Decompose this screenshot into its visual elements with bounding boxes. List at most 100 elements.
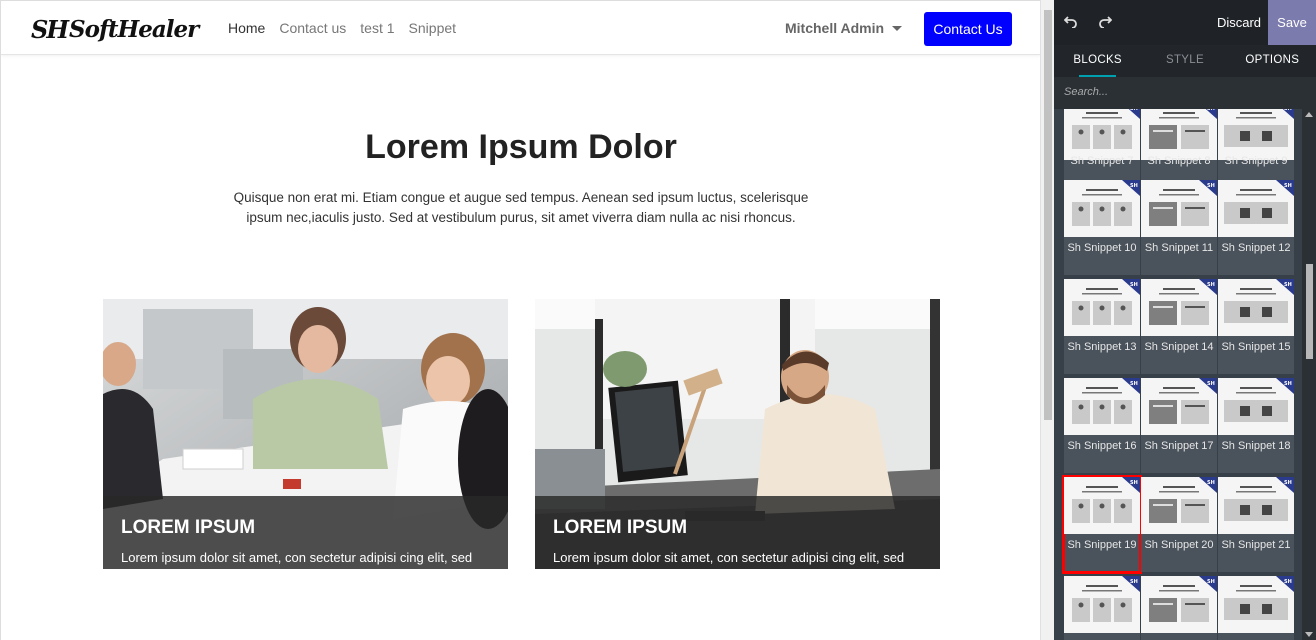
- svg-text:SH: SH: [1284, 183, 1292, 189]
- contact-us-button[interactable]: Contact Us: [924, 12, 1012, 46]
- snippet-tile[interactable]: SH Sh Snippet 11: [1141, 180, 1217, 275]
- tab-style[interactable]: STYLE: [1141, 45, 1228, 77]
- svg-text:SH: SH: [1284, 579, 1292, 585]
- svg-text:SH: SH: [1207, 480, 1215, 486]
- card-title: LOREM IPSUM: [121, 517, 256, 538]
- snippet-tile[interactable]: SH Sh Snippet 8: [1141, 109, 1217, 180]
- user-menu[interactable]: Mitchell Admin: [785, 20, 903, 36]
- snippet-tile[interactable]: SH Sh Snippet 18: [1218, 378, 1294, 473]
- discard-button[interactable]: Discard: [1210, 0, 1268, 45]
- snippet-tile[interactable]: SH: [1064, 576, 1140, 640]
- snippet-preview-image: SH: [1064, 378, 1140, 435]
- snippet-label: Sh Snippet 16: [1067, 440, 1137, 452]
- snippet-tile[interactable]: SH Sh Snippet 17: [1141, 378, 1217, 473]
- snippet-label: Sh Snippet 19: [1067, 539, 1137, 551]
- svg-text:SH: SH: [1207, 183, 1215, 189]
- nav-link-test-1[interactable]: test 1: [360, 20, 394, 36]
- snippet-preview-image: SH: [1141, 279, 1217, 336]
- svg-text:SH: SH: [1284, 282, 1292, 288]
- snippet-label: Sh Snippet 10: [1067, 242, 1137, 254]
- snippet-tile[interactable]: SH Sh Snippet 13: [1064, 279, 1140, 374]
- snippet-label: Sh Snippet 7: [1070, 155, 1134, 167]
- svg-text:SH: SH: [1284, 109, 1292, 112]
- editor-tabs: BLOCKS STYLE OPTIONS: [1054, 45, 1316, 77]
- snippet-preview-image: SH: [1218, 576, 1294, 633]
- snippet-label: Sh Snippet 9: [1224, 155, 1288, 167]
- snippet-tile[interactable]: SH: [1141, 576, 1217, 640]
- hero-title: Lorem Ipsum Dolor: [365, 128, 677, 166]
- svg-text:SH: SH: [1207, 381, 1215, 387]
- save-button[interactable]: Save: [1268, 0, 1316, 45]
- svg-text:SH: SH: [1130, 183, 1138, 189]
- panel-scrollbar[interactable]: [1302, 109, 1316, 640]
- card-title: LOREM IPSUM: [553, 517, 688, 538]
- snippet-tile[interactable]: SH Sh Snippet 12: [1218, 180, 1294, 275]
- snippet-preview-image: SH: [1141, 109, 1217, 160]
- redo-icon[interactable]: [1096, 14, 1114, 32]
- snippet-tile[interactable]: SH: [1218, 576, 1294, 640]
- snippet-label: Sh Snippet 8: [1147, 155, 1211, 167]
- snippet-label: Sh Snippet 13: [1067, 341, 1137, 353]
- snippet-preview-image: SH: [1064, 180, 1140, 237]
- scroll-up-arrow-icon[interactable]: [1305, 112, 1313, 117]
- snippet-label: Sh Snippet 11: [1144, 242, 1214, 254]
- feature-card[interactable]: LOREM IPSUM Lorem ipsum dolor sit amet, …: [535, 299, 940, 569]
- blocks-search-input[interactable]: Search...: [1054, 77, 1316, 109]
- snippet-label: Sh Snippet 14: [1144, 341, 1214, 353]
- logo-text: SoftHealer: [69, 15, 199, 43]
- nav-link-contact-us[interactable]: Contact us: [279, 20, 346, 36]
- snippet-preview-image: SH: [1141, 378, 1217, 435]
- nav-link-snippet[interactable]: Snippet: [409, 20, 456, 36]
- svg-text:SH: SH: [1130, 282, 1138, 288]
- editor-toolbar: Discard Save: [1054, 0, 1316, 45]
- snippet-tile[interactable]: SH Sh Snippet 20: [1141, 477, 1217, 572]
- editor-panel: Discard Save BLOCKS STYLE OPTIONS Search…: [1054, 0, 1316, 640]
- snippet-tile[interactable]: SH Sh Snippet 7: [1064, 109, 1140, 180]
- main-menu: Home Contact us test 1 Snippet: [228, 20, 456, 36]
- tab-blocks[interactable]: BLOCKS: [1054, 45, 1141, 77]
- snippet-tile[interactable]: SH Sh Snippet 19: [1062, 475, 1142, 574]
- snippet-preview-image: SH: [1064, 109, 1140, 160]
- snippet-label: Sh Snippet 17: [1144, 440, 1214, 452]
- scroll-down-arrow-icon[interactable]: [1305, 632, 1313, 637]
- panel-scrollbar-thumb[interactable]: [1306, 264, 1313, 359]
- svg-text:SH: SH: [1130, 579, 1138, 585]
- snippet-tile[interactable]: SH Sh Snippet 14: [1141, 279, 1217, 374]
- caret-down-icon: [892, 25, 903, 31]
- feature-card[interactable]: LOREM IPSUM Lorem ipsum dolor sit amet, …: [103, 299, 508, 569]
- snippet-preview-image: SH: [1064, 279, 1140, 336]
- snippet-label: Sh Snippet 20: [1144, 539, 1214, 551]
- snippet-tile[interactable]: SH Sh Snippet 10: [1064, 180, 1140, 275]
- undo-icon[interactable]: [1062, 14, 1080, 32]
- tab-options[interactable]: OPTIONS: [1229, 45, 1316, 77]
- snippet-preview-image: SH: [1141, 477, 1217, 534]
- snippet-preview-image: SH: [1218, 477, 1294, 534]
- user-name: Mitchell Admin: [785, 20, 885, 36]
- page-scrollbar[interactable]: [1040, 0, 1054, 640]
- snippet-preview-image: SH: [1218, 180, 1294, 237]
- snippet-label: Sh Snippet 12: [1221, 242, 1291, 254]
- snippet-tile[interactable]: SH Sh Snippet 9: [1218, 109, 1294, 180]
- nav-link-home[interactable]: Home: [228, 20, 265, 36]
- svg-text:SH: SH: [1207, 282, 1215, 288]
- snippet-label: Sh Snippet 21: [1221, 539, 1291, 551]
- svg-text:SH: SH: [1207, 109, 1215, 112]
- snippet-tile[interactable]: SH Sh Snippet 21: [1218, 477, 1294, 572]
- snippet-grid: SH Sh Snippet 7 SH Sh Snippet 8 SH Sh Snippet…: [1054, 109, 1302, 640]
- snippet-preview-image: SH: [1218, 378, 1294, 435]
- snippet-preview-image: SH: [1218, 109, 1294, 160]
- snippet-preview-image: SH: [1141, 576, 1217, 633]
- site-navbar: SH SoftHealer Home Contact us test 1 Sni…: [1, 1, 1040, 55]
- site-logo[interactable]: SH SoftHealer: [31, 15, 199, 44]
- snippet-preview-image: SH: [1064, 477, 1140, 534]
- snippet-tile[interactable]: SH Sh Snippet 16: [1064, 378, 1140, 473]
- snippet-tile[interactable]: SH Sh Snippet 15: [1218, 279, 1294, 374]
- snippet-label: Sh Snippet 15: [1221, 341, 1291, 353]
- card-text: Lorem ipsum dolor sit amet, con sectetur…: [121, 550, 473, 565]
- website-canvas: SH SoftHealer Home Contact us test 1 Sni…: [0, 0, 1040, 640]
- snippet-preview-image: SH: [1141, 180, 1217, 237]
- snippet-preview-image: SH: [1064, 576, 1140, 633]
- page-scrollbar-thumb[interactable]: [1044, 10, 1052, 420]
- svg-text:SH: SH: [1284, 381, 1292, 387]
- svg-text:SH: SH: [1130, 480, 1138, 486]
